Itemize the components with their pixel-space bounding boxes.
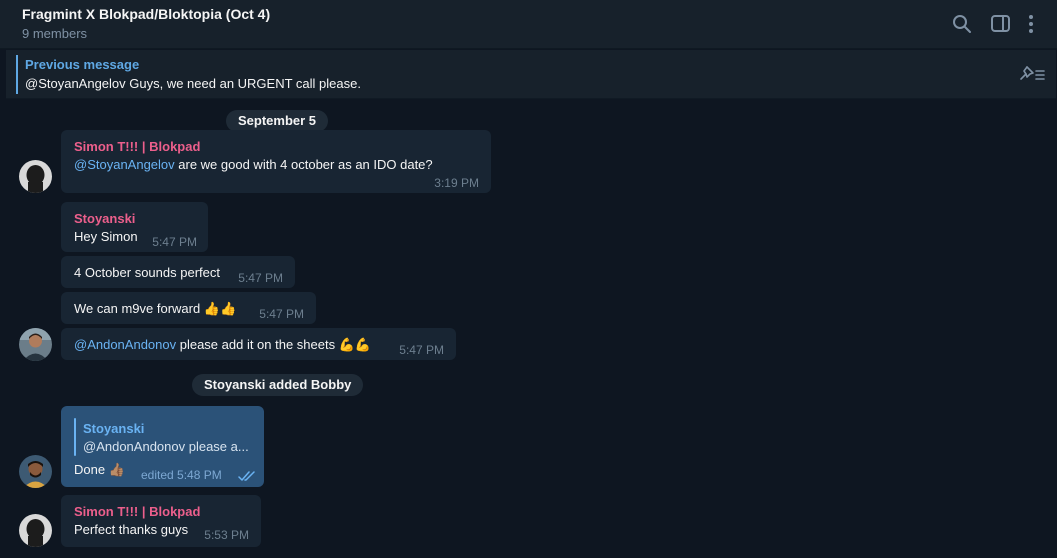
message-bubble[interactable]: @AndonAndonov please add it on the sheet… xyxy=(61,328,456,360)
sidebar-toggle-icon[interactable] xyxy=(990,13,1012,35)
message-time: 5:47 PM xyxy=(259,307,304,321)
pinned-message-bar[interactable]: Previous message @StoyanAngelov Guys, we… xyxy=(6,50,1056,99)
chat-title[interactable]: Fragmint X Blokpad/Bloktopia (Oct 4) xyxy=(22,6,270,22)
chat-header: Fragmint X Blokpad/Bloktopia (Oct 4) 9 m… xyxy=(0,0,1057,49)
message-bubble[interactable]: Simon T!!! | Blokpad Perfect thanks guys… xyxy=(61,495,261,547)
avatar[interactable] xyxy=(19,514,52,547)
mention-link[interactable]: @AndonAndonov xyxy=(74,337,176,352)
avatar[interactable] xyxy=(19,328,52,361)
message-text: 4 October sounds perfect xyxy=(74,265,220,280)
pinned-text: @StoyanAngelov Guys, we need an URGENT c… xyxy=(25,76,361,91)
reply-accent-bar xyxy=(74,418,76,456)
message-bubble[interactable]: 4 October sounds perfect 5:47 PM xyxy=(61,256,295,288)
message-bubble[interactable]: Simon T!!! | Blokpad @StoyanAngelov are … xyxy=(61,130,491,193)
pinned-list-icon[interactable] xyxy=(1018,64,1048,84)
message-time: edited 5:48 PM xyxy=(141,468,222,482)
message-text: Perfect thanks guys xyxy=(74,522,189,537)
message-bubble[interactable]: We can m9ve forward 👍👍 5:47 PM xyxy=(61,292,316,324)
message-time: 5:47 PM xyxy=(399,343,444,357)
sender-name[interactable]: Simon T!!! | Blokpad xyxy=(74,504,200,519)
reply-sender-name: Stoyanski xyxy=(83,421,145,436)
message-text: Hey Simon xyxy=(74,229,138,244)
date-separator: September 5 xyxy=(226,110,329,132)
reply-preview[interactable]: Stoyanski @AndonAndonov please a... xyxy=(74,418,254,458)
search-icon[interactable] xyxy=(951,13,973,35)
avatar[interactable] xyxy=(19,455,52,488)
avatar[interactable] xyxy=(19,160,52,193)
service-message: Stoyanski added Bobby xyxy=(192,374,364,396)
reply-text: @AndonAndonov please a... xyxy=(83,439,249,454)
pinned-title: Previous message xyxy=(25,57,140,72)
message-text: Done 👍🏽 xyxy=(74,462,125,477)
read-checkmarks-icon xyxy=(238,469,256,481)
mention-link[interactable]: @StoyanAngelov xyxy=(74,157,175,172)
message-text: We can m9ve forward 👍👍 xyxy=(74,301,237,316)
message-time: 5:47 PM xyxy=(238,271,283,285)
more-vertical-icon[interactable] xyxy=(1025,13,1037,35)
sender-name[interactable]: Stoyanski xyxy=(74,211,135,226)
message-time: 3:19 PM xyxy=(434,176,479,190)
pinned-accent-bar xyxy=(16,55,18,94)
message-time: 5:53 PM xyxy=(204,528,249,542)
member-count[interactable]: 9 members xyxy=(22,26,87,41)
message-text: @StoyanAngelov are we good with 4 octobe… xyxy=(74,157,433,172)
sender-name[interactable]: Simon T!!! | Blokpad xyxy=(74,139,200,154)
message-text: @AndonAndonov please add it on the sheet… xyxy=(74,337,372,352)
message-bubble[interactable]: Stoyanski Hey Simon 5:47 PM xyxy=(61,202,208,252)
message-bubble-outgoing[interactable]: Stoyanski @AndonAndonov please a... Done… xyxy=(61,406,264,487)
message-time: 5:47 PM xyxy=(152,235,197,249)
